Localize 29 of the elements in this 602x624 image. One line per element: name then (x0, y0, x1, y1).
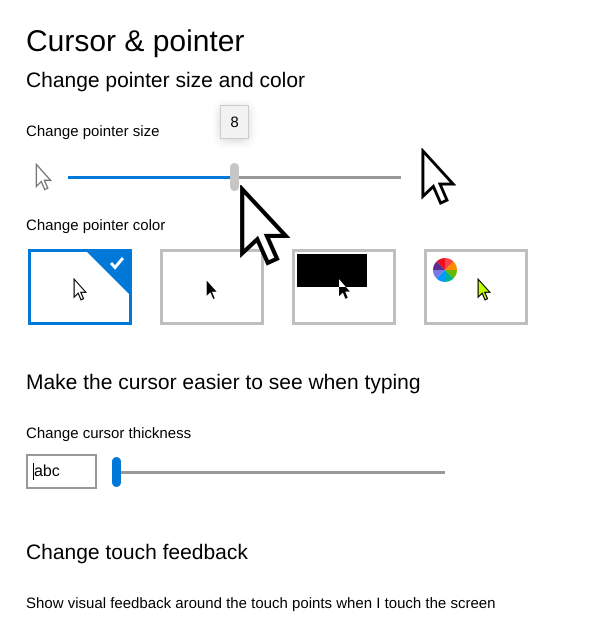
pointer-color-option[interactable] (292, 249, 396, 325)
cursor-thickness-label: Change cursor thickness (26, 424, 192, 444)
section-heading: Change pointer size and color (26, 68, 306, 94)
cursor-icon (205, 278, 219, 300)
cursor-icon (73, 278, 87, 300)
pointer-color-option[interactable] (160, 249, 264, 325)
text-caret-icon (33, 463, 34, 480)
section-heading: Make the cursor easier to see when typing (26, 370, 421, 396)
mouse-pointer-icon (238, 185, 290, 267)
value-tooltip: 8 (220, 105, 249, 139)
large-pointer-icon (420, 148, 456, 206)
pointer-color-option[interactable] (424, 249, 528, 325)
section-heading: Change touch feedback (26, 540, 248, 566)
pointer-size-slider[interactable] (68, 163, 401, 191)
cursor-thickness-slider[interactable] (112, 456, 445, 486)
small-pointer-icon (35, 163, 52, 191)
pointer-color-option[interactable] (28, 249, 132, 325)
selected-check-icon (87, 252, 129, 294)
pointer-color-label: Change pointer color (26, 216, 166, 236)
preview-text: abc (34, 462, 60, 482)
cursor-icon (338, 278, 350, 300)
inverted-preview-block (297, 254, 367, 287)
pointer-size-label: Change pointer size (26, 122, 160, 142)
page-title: Cursor & pointer (26, 24, 244, 60)
slider-thumb[interactable] (230, 163, 239, 191)
color-wheel-icon (433, 258, 457, 282)
cursor-icon (477, 278, 491, 300)
touch-feedback-description: Show visual feedback around the touch points when I touch the screen (26, 594, 496, 614)
slider-thumb[interactable] (112, 456, 121, 486)
